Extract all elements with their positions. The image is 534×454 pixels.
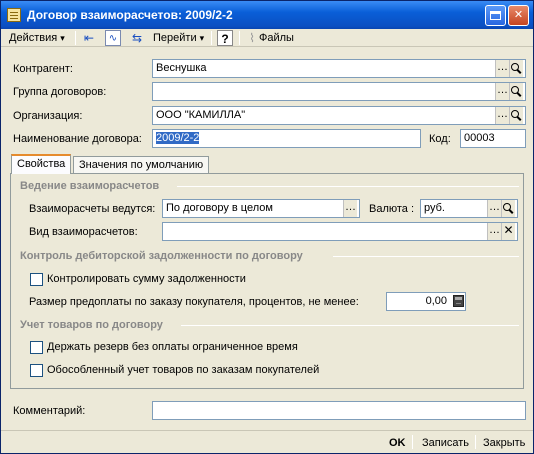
close-label: Закрыть <box>483 437 526 449</box>
toolbar-separator <box>211 31 212 45</box>
contract-group-field[interactable]: … <box>152 82 526 101</box>
settlements-mode-value: По договору в целом <box>166 202 273 214</box>
currency-value: руб. <box>424 202 445 214</box>
control-debt-label: Контролировать сумму задолженности <box>47 273 246 285</box>
goods-section-title: Учет товаров по договору <box>20 319 163 331</box>
contract-name-value: 2009/2-2 <box>156 132 200 144</box>
toolbar-separator <box>239 31 240 45</box>
settlements-section-title: Ведение взаиморасчетов <box>20 180 160 192</box>
maximize-icon <box>490 11 501 20</box>
tab-label: Свойства <box>17 158 66 170</box>
select-button[interactable]: … <box>487 200 501 217</box>
files-button[interactable]: Файлы <box>259 30 294 46</box>
counterparty-field[interactable]: Веснушка … <box>152 59 526 78</box>
files-label: Файлы <box>259 32 294 44</box>
goto-label: Перейти <box>153 32 197 44</box>
settlement-type-label: Вид взаиморасчетов: <box>29 226 138 238</box>
close-form-button[interactable]: Закрыть <box>483 436 525 450</box>
window-title: Договор взаиморасчетов: 2009/2-2 <box>27 8 233 22</box>
organization-value: ООО "КАМИЛЛА" <box>156 109 246 121</box>
contract-window: Договор взаиморасчетов: 2009/2-2 ✕ Дейст… <box>0 0 534 454</box>
code-label: Код: <box>429 133 451 145</box>
contract-name-label: Наименование договора: <box>13 133 142 145</box>
settlements-mode-field[interactable]: По договору в целом … <box>162 199 360 218</box>
tab-label: Значения по умолчанию <box>79 159 204 171</box>
select-button[interactable]: … <box>487 223 501 240</box>
receivables-section-title: Контроль дебиторской задолженности по до… <box>20 250 303 262</box>
footer-separator <box>412 435 413 449</box>
save-button[interactable]: Записать <box>422 436 469 450</box>
structure-icon[interactable]: ∿ <box>105 30 121 46</box>
select-button[interactable]: … <box>343 200 357 217</box>
open-button[interactable] <box>509 60 523 77</box>
magnifier-icon <box>503 203 511 211</box>
help-icon: ? <box>221 32 229 46</box>
prepayment-value: 0,00 <box>425 295 447 307</box>
magnifier-icon <box>511 86 519 94</box>
footer-separator <box>475 435 476 449</box>
title-bar: Договор взаиморасчетов: 2009/2-2 ✕ <box>1 1 533 29</box>
organization-label: Организация: <box>13 110 83 122</box>
control-debt-checkbox[interactable] <box>30 273 43 286</box>
open-button[interactable] <box>509 107 523 124</box>
reserve-label: Держать резерв без оплаты ограниченное в… <box>47 341 298 353</box>
comment-field[interactable] <box>152 401 526 420</box>
paperclip-icon: ⌇ <box>249 31 255 45</box>
magnifier-icon <box>511 63 519 71</box>
ok-button[interactable]: OK <box>389 436 406 450</box>
reserve-checkbox[interactable] <box>30 341 43 354</box>
save-label: Записать <box>422 437 470 449</box>
section-divider <box>181 325 519 326</box>
goto-menu[interactable]: Перейти <box>153 30 204 46</box>
organization-field[interactable]: ООО "КАМИЛЛА" … <box>152 106 526 125</box>
prepayment-field[interactable]: 0,00 <box>386 292 466 311</box>
code-value: 00003 <box>464 132 495 144</box>
comment-label: Комментарий: <box>13 405 86 417</box>
currency-field[interactable]: руб. … <box>420 199 518 218</box>
calculator-icon[interactable] <box>453 295 464 307</box>
settlement-type-field[interactable]: … ✕ <box>162 222 518 241</box>
open-button[interactable] <box>501 200 515 217</box>
section-divider <box>333 256 519 257</box>
currency-label: Валюта : <box>369 203 415 215</box>
actions-label: Действия <box>9 32 58 44</box>
bottom-bar: OK Записать Закрыть <box>1 430 533 454</box>
counterparty-value: Веснушка <box>156 62 207 74</box>
section-divider <box>177 186 519 187</box>
ok-label: OK <box>389 437 406 449</box>
separate-accounting-checkbox[interactable] <box>30 364 43 377</box>
select-button[interactable]: … <box>495 83 509 100</box>
document-icon <box>7 8 21 22</box>
select-button[interactable]: … <box>495 107 509 124</box>
select-button[interactable]: … <box>495 60 509 77</box>
prepayment-label: Размер предоплаты по заказу покупателя, … <box>29 296 359 308</box>
contract-group-label: Группа договоров: <box>13 86 107 98</box>
toolbar: Действия ⇤ ∿ ⇆ Перейти ? ⌇ Файлы <box>1 29 533 47</box>
contract-name-field[interactable]: 2009/2-2 <box>152 129 421 148</box>
maximize-button[interactable] <box>485 5 506 26</box>
actions-menu[interactable]: Действия <box>9 30 65 46</box>
tab-defaults[interactable]: Значения по умолчанию <box>73 156 210 174</box>
close-button[interactable]: ✕ <box>508 5 529 26</box>
tab-properties[interactable]: Свойства <box>11 154 72 174</box>
back-arrow-icon[interactable]: ⇤ <box>81 30 97 46</box>
magnifier-icon <box>511 110 519 118</box>
toolbar-separator <box>75 31 76 45</box>
code-field[interactable]: 00003 <box>460 129 526 148</box>
help-button[interactable]: ? <box>217 30 233 46</box>
separate-accounting-label: Обособленный учет товаров по заказам пок… <box>47 364 320 376</box>
settlements-mode-label: Взаиморасчеты ведутся: <box>29 203 156 215</box>
counterparty-label: Контрагент: <box>13 63 73 75</box>
open-button[interactable] <box>509 83 523 100</box>
based-on-icon[interactable]: ⇆ <box>129 30 145 46</box>
clear-icon[interactable]: ✕ <box>501 223 515 240</box>
